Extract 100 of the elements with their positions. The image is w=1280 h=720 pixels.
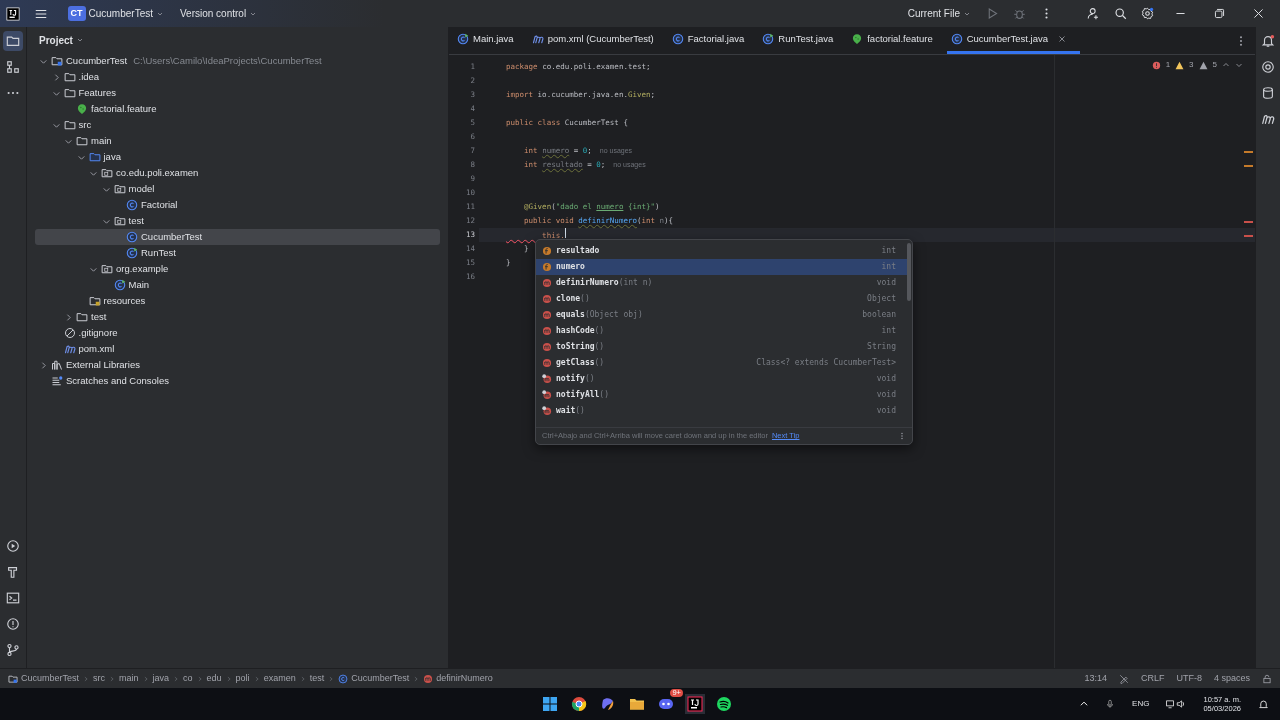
completion-item[interactable]: notify() void	[536, 371, 908, 387]
tree-item[interactable]: org.example	[35, 261, 440, 277]
breadcrumb[interactable]: java	[152, 671, 170, 686]
indent-setting[interactable]: 4 spaces	[1213, 671, 1250, 686]
breadcrumb[interactable]: CucumberTest	[8, 671, 80, 686]
project-switcher[interactable]: CT CucumberTest	[63, 3, 168, 24]
vcs-dropdown[interactable]: Version control	[175, 4, 262, 23]
chevron-icon	[83, 674, 90, 683]
breadcrumb[interactable]: poli	[235, 671, 250, 686]
tree-item[interactable]: Scratches and Consoles	[35, 373, 440, 389]
tree-item[interactable]: Features	[35, 85, 440, 101]
settings-icon	[1141, 7, 1154, 20]
breadcrumb[interactable]: definirNumero	[423, 671, 493, 686]
chevron-icon	[109, 674, 116, 683]
method-icon	[542, 358, 552, 368]
method-icon	[542, 294, 552, 304]
class-icon	[126, 247, 138, 259]
restore-icon	[1213, 7, 1226, 20]
completion-item[interactable]: hashCode() int	[536, 323, 908, 339]
maven-icon	[63, 343, 76, 355]
microphone-icon	[1105, 699, 1116, 709]
chevron-icon	[413, 674, 420, 683]
search-icon	[1114, 7, 1127, 20]
folder-icon	[51, 55, 63, 67]
line-separator[interactable]: CRLF	[1140, 671, 1165, 686]
speaker-icon	[1176, 699, 1187, 709]
ide-taskbar-button[interactable]	[685, 694, 705, 714]
music-icon	[716, 696, 732, 712]
run-config-dropdown[interactable]: Current File	[903, 4, 975, 23]
tree-item[interactable]: test	[35, 309, 440, 325]
services-icon	[6, 539, 20, 553]
tree-item[interactable]: java	[35, 149, 440, 165]
item-params: ()	[575, 406, 585, 417]
tree-item[interactable]: External Libraries	[35, 357, 440, 373]
tree-item[interactable]: .gitignore	[35, 325, 440, 341]
completion-item[interactable]: getClass() Class<? extends CucumberTest>	[536, 355, 908, 371]
editor-tab[interactable]: RunTest.java	[758, 27, 848, 54]
item-params: (int n)	[618, 277, 653, 289]
folder-icon	[629, 696, 645, 712]
tree-item[interactable]: model	[35, 181, 440, 197]
chevron-icon	[196, 674, 203, 683]
completion-item[interactable]: numero int	[536, 259, 908, 275]
scrollbar[interactable]	[907, 243, 911, 301]
breadcrumb[interactable]: co	[183, 671, 193, 686]
tree-item[interactable]: test	[35, 213, 440, 229]
tree-item[interactable]: .idea	[35, 69, 440, 85]
folder-icon	[63, 71, 76, 83]
breadcrumb[interactable]: CucumberTest	[338, 671, 410, 686]
scratches-icon	[51, 375, 63, 387]
project-tool-button[interactable]	[3, 31, 23, 51]
tree-item[interactable]: co.edu.poli.examen	[35, 165, 440, 181]
completion-item[interactable]: toString() String	[536, 339, 908, 355]
tree-item[interactable]: resources	[35, 293, 440, 309]
completion-item[interactable]: equals(Object obj) boolean	[536, 307, 908, 323]
completion-item[interactable]: wait() void	[536, 403, 908, 419]
breadcrumb[interactable]: edu	[206, 671, 222, 686]
item-type: int	[881, 261, 896, 273]
start-button[interactable]	[540, 694, 560, 714]
browser-icon	[571, 696, 587, 712]
problems-icon	[6, 617, 20, 631]
tree-item[interactable]: Factorial	[35, 197, 440, 213]
editor-tab[interactable]: pom.xml (CucumberTest)	[527, 27, 668, 54]
tree-item[interactable]: src	[35, 117, 440, 133]
lock-icon	[1262, 673, 1272, 684]
package-icon	[113, 183, 126, 195]
language-indicator[interactable]: ENG	[1128, 696, 1154, 712]
breadcrumb[interactable]: test	[309, 671, 325, 686]
item-name: toString	[556, 341, 595, 353]
maven-icon	[1261, 112, 1275, 126]
editor-tab[interactable]: CucumberTest.java	[946, 27, 1080, 54]
item-name: notifyAll	[556, 389, 600, 401]
tree-item[interactable]: factorial.feature	[35, 101, 440, 117]
browser-taskbar-button[interactable]	[569, 694, 589, 714]
editor-tab[interactable]: Factorial.java	[667, 27, 759, 54]
structure-icon	[6, 60, 20, 74]
tree-item[interactable]: CucumberTest	[35, 229, 440, 245]
item-name: wait	[556, 405, 576, 417]
project-badge: CT	[67, 5, 86, 22]
item-type: int	[881, 325, 896, 337]
tree-item[interactable]: CucumberTest C:\Users\Camilo\IdeaProjects\CucumberTest	[35, 53, 440, 69]
item-params: ()	[594, 341, 605, 353]
editor-tab[interactable]: Main.java	[453, 27, 528, 54]
folder-icon	[63, 87, 76, 99]
breadcrumb[interactable]: examen	[263, 671, 296, 686]
music-taskbar-button[interactable]	[714, 694, 734, 714]
breadcrumb[interactable]: src	[93, 671, 106, 686]
caret-position[interactable]: 13:14	[1084, 671, 1107, 686]
tree-item[interactable]: RunTest	[35, 245, 440, 261]
editor-tab[interactable]: factorial.feature	[847, 27, 947, 54]
item-params: ()	[580, 293, 590, 305]
file-encoding[interactable]: UTF-8	[1176, 671, 1202, 686]
readonly-icon	[1118, 673, 1129, 684]
breadcrumb[interactable]: main	[119, 671, 139, 686]
chevron-icon	[328, 674, 335, 683]
tree-item[interactable]: main	[35, 133, 440, 149]
tree-item[interactable]: Main	[35, 277, 440, 293]
completion-item[interactable]: notifyAll() void	[536, 387, 908, 403]
project-view-dropdown[interactable]: Project	[35, 30, 88, 50]
tree-item[interactable]: pom.xml	[35, 341, 440, 357]
caret-up-icon	[1079, 699, 1090, 709]
